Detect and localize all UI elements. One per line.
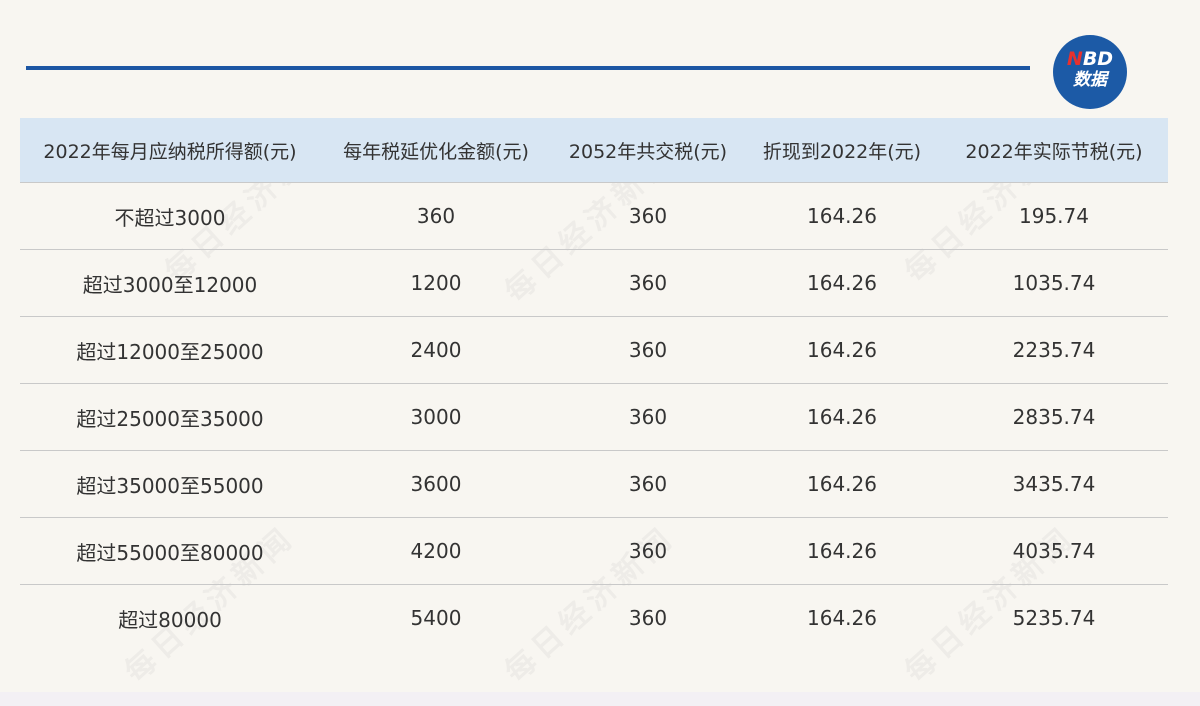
table-cell: 4035.74 [940, 517, 1168, 585]
table-cell: 164.26 [744, 383, 940, 451]
table-cell: 164.26 [807, 606, 877, 630]
table-cell: 5235.74 [1012, 606, 1096, 630]
table-cell: 360 [552, 383, 744, 451]
table-cell: 4200 [320, 517, 552, 585]
header-discounted-to-2022: 折现到2022年(元) [744, 118, 940, 183]
table-cell: 超过25000至35000 [20, 383, 320, 451]
table-cell: 3600 [320, 450, 552, 518]
table-row: 超过3000至12000 1200 360 164.26 1035.74 [20, 249, 1168, 317]
table-cell: 360 [552, 316, 744, 384]
table-cell: 超过3000至12000 [20, 249, 320, 317]
logo-data-text: 数据 [1073, 70, 1107, 90]
table-cell: 360 [552, 182, 744, 250]
table-row: 超过35000至55000 3600 360 164.26 3435.74 [20, 450, 1168, 518]
table-row: 超过55000至80000 4200 360 164.26 4035.74 [20, 517, 1168, 585]
table-cell: 超过80000 [118, 607, 222, 632]
table-cell: 164.26 [744, 316, 940, 384]
table-cell: 超过12000至25000 [20, 316, 320, 384]
table-cell: 3435.74 [940, 450, 1168, 518]
tax-savings-table: 2022年每月应纳税所得额(元) 每年税延优化金额(元) 2052年共交税(元)… [20, 118, 1168, 651]
table-cell: 164.26 [744, 450, 940, 518]
table-header-row: 2022年每月应纳税所得额(元) 每年税延优化金额(元) 2052年共交税(元)… [20, 118, 1168, 183]
table-cell: 195.74 [940, 182, 1168, 250]
header-annual-deferral-amount: 每年税延优化金额(元) [320, 118, 552, 183]
header-2022-actual-saving: 2022年实际节税(元) [940, 118, 1168, 183]
table-cell: 2835.74 [940, 383, 1168, 451]
bottom-band [0, 692, 1200, 706]
nbd-data-logo: NBD 数据 [1053, 35, 1127, 109]
table-cell: 360 [552, 249, 744, 317]
table-cell: 164.26 [744, 249, 940, 317]
logo-nbd-text: NBD [1066, 48, 1114, 70]
table-cell: 164.26 [744, 182, 940, 250]
table-cell: 2400 [320, 316, 552, 384]
table-cell: 不超过3000 [20, 182, 320, 250]
table-cell: 360 [552, 517, 744, 585]
table-cell: 超过35000至55000 [20, 450, 320, 518]
table-cell: 3000 [320, 383, 552, 451]
table-row: 超过80000 5400 360 164.26 5235.74 [20, 585, 1168, 652]
table-cell: 1200 [320, 249, 552, 317]
table-cell: 164.26 [744, 517, 940, 585]
table-cell: 超过55000至80000 [20, 517, 320, 585]
table-cell: 360 [628, 606, 668, 630]
table-cell: 2235.74 [940, 316, 1168, 384]
table-cell: 360 [320, 182, 552, 250]
top-rule [26, 66, 1030, 70]
table-cell: 1035.74 [940, 249, 1168, 317]
table-cell: 5400 [410, 606, 462, 630]
header-2052-total-tax: 2052年共交税(元) [552, 118, 744, 183]
table-row: 不超过3000 360 360 164.26 195.74 [20, 182, 1168, 250]
table-row: 超过25000至35000 3000 360 164.26 2835.74 [20, 383, 1168, 451]
table-cell: 360 [552, 450, 744, 518]
table-row: 超过12000至25000 2400 360 164.26 2235.74 [20, 316, 1168, 384]
header-monthly-taxable-income: 2022年每月应纳税所得额(元) [20, 118, 320, 183]
